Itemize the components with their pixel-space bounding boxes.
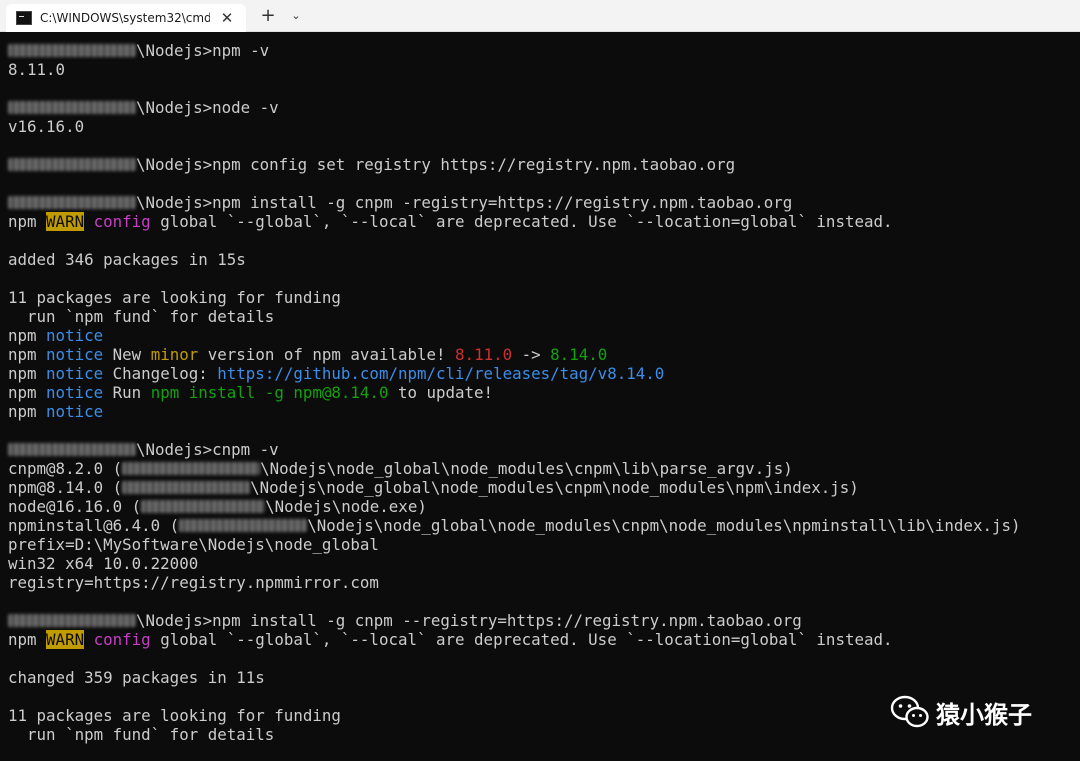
- console-line: \Nodejs>npm config set registry https://…: [8, 155, 1080, 174]
- console-line: cnpm@8.2.0 (\Nodejs\node_global\node_mod…: [8, 459, 793, 478]
- console-line: npm WARN config global `--global`, `--lo…: [8, 212, 893, 231]
- console-line: npm notice Run npm install -g npm@8.14.0…: [8, 383, 494, 402]
- redacted-path: [122, 462, 261, 475]
- console-line: 11 packages are looking for funding: [8, 288, 341, 307]
- console-line: \Nodejs>npm install -g cnpm -registry=ht…: [8, 193, 1080, 212]
- console-line: npminstall@6.4.0 (\Nodejs\node_global\no…: [8, 516, 1021, 535]
- console-line: added 346 packages in 15s: [8, 250, 246, 269]
- console-line: npm@8.14.0 (\Nodejs\node_global\node_mod…: [8, 478, 859, 497]
- console-line: \Nodejs>npm install -g cnpm --registry=h…: [8, 611, 1080, 630]
- console-line: npm WARN config global `--global`, `--lo…: [8, 630, 893, 649]
- console-output[interactable]: \Nodejs>npm -v 8.11.0 \Nodejs>node -v v1…: [0, 32, 1080, 761]
- warn-badge: WARN: [46, 212, 85, 231]
- tab-title: C:\WINDOWS\system32\cmd.: [40, 11, 210, 25]
- title-bar: C:\WINDOWS\system32\cmd. ✕ + ⌄: [0, 0, 1080, 32]
- redacted-path: [122, 481, 251, 494]
- redacted-path: [8, 101, 136, 114]
- console-line: node@16.16.0 (\Nodejs\node.exe): [8, 497, 427, 516]
- console-line: \Nodejs>npm -v: [8, 41, 1080, 60]
- watermark: 猿小猴子: [890, 694, 1032, 730]
- console-line: changed 359 packages in 11s: [8, 668, 265, 687]
- new-tab-button[interactable]: +: [257, 5, 279, 27]
- tab-cmd[interactable]: C:\WINDOWS\system32\cmd. ✕: [6, 4, 246, 32]
- console-line: \Nodejs>node -v: [8, 98, 1080, 117]
- redacted-path: [141, 500, 266, 513]
- terminal-icon: [16, 11, 32, 25]
- close-tab-icon[interactable]: ✕: [218, 9, 236, 27]
- console-line: run `npm fund` for details: [8, 307, 275, 326]
- changelog-link[interactable]: https://github.com/npm/cli/releases/tag/…: [217, 364, 664, 383]
- chevron-down-icon[interactable]: ⌄: [286, 5, 306, 27]
- console-line: win32 x64 10.0.22000: [8, 554, 199, 573]
- redacted-path: [179, 519, 308, 532]
- console-line: registry=https://registry.npmmirror.com: [8, 573, 379, 592]
- redacted-path: [8, 443, 136, 456]
- console-line: npm notice New minor version of npm avai…: [8, 345, 608, 364]
- redacted-path: [8, 44, 136, 57]
- redacted-path: [8, 196, 136, 209]
- console-line: npm notice Changelog: https://github.com…: [8, 364, 665, 383]
- watermark-text: 猿小猴子: [936, 700, 1032, 729]
- redacted-path: [8, 614, 136, 627]
- console-line: prefix=D:\MySoftware\Nodejs\node_global: [8, 535, 379, 554]
- warn-badge: WARN: [46, 630, 85, 649]
- console-line: v16.16.0: [8, 117, 85, 136]
- wechat-icon: [890, 695, 929, 728]
- console-line: npm notice: [8, 402, 104, 421]
- console-line: npm notice: [8, 326, 104, 345]
- redacted-path: [8, 158, 136, 171]
- console-line: 8.11.0: [8, 60, 66, 79]
- console-line: \Nodejs>cnpm -v: [8, 440, 1080, 459]
